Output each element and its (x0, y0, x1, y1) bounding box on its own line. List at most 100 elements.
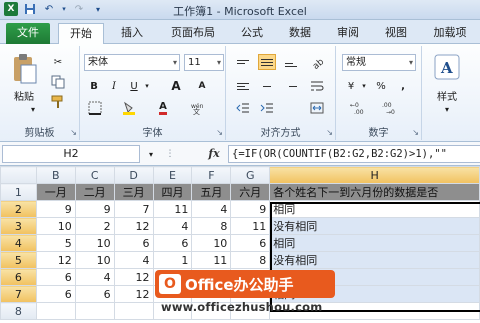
tab-page-layout[interactable]: 页面布局 (160, 23, 226, 44)
cell[interactable]: 五月 (191, 183, 232, 201)
number-format-box[interactable]: 常规 ▾ (342, 54, 416, 71)
tab-view[interactable]: 视图 (376, 23, 416, 44)
cell[interactable]: 各个姓名下一到六月份的数据是否 (269, 183, 480, 201)
cell[interactable]: 12 (35, 251, 76, 269)
cell[interactable]: 没有相同 (269, 217, 480, 235)
row-header[interactable]: 1 (0, 183, 37, 201)
cell[interactable]: 没有相同 (269, 251, 480, 269)
top-align-icon[interactable] (234, 54, 252, 70)
comma-button[interactable]: , (394, 78, 412, 94)
number-launcher-icon[interactable]: ↘ (412, 128, 419, 137)
column-header[interactable]: G (230, 166, 271, 184)
cell[interactable]: 8 (230, 251, 271, 269)
column-header[interactable]: C (74, 166, 115, 184)
tab-home[interactable]: 开始 (58, 23, 104, 44)
bottom-align-icon[interactable] (282, 54, 300, 70)
cell[interactable]: 10 (191, 234, 232, 252)
align-center-icon[interactable] (258, 78, 276, 94)
increase-decimal-icon[interactable]: ←0.00 (348, 100, 372, 116)
row-header[interactable]: 6 (0, 268, 37, 286)
cell[interactable]: 6 (230, 234, 271, 252)
insert-function-button[interactable]: fx (204, 145, 224, 163)
cell[interactable]: 4 (152, 217, 193, 235)
cell[interactable]: 二月 (74, 183, 115, 201)
cell[interactable] (113, 302, 154, 320)
formula-input[interactable]: {=IF(OR(COUNTIF(B2:G2,B2:G2)>1),"" (228, 145, 480, 163)
italic-button[interactable]: I (106, 78, 122, 94)
cell[interactable]: 4 (74, 268, 115, 286)
wrap-text-icon[interactable] (308, 78, 326, 94)
cell[interactable]: 11 (152, 200, 193, 218)
copy-icon[interactable] (50, 74, 66, 90)
cell[interactable]: 2 (74, 217, 115, 235)
row-header[interactable]: 8 (0, 302, 37, 320)
column-header[interactable]: D (113, 166, 154, 184)
decrease-decimal-icon[interactable]: .00 →0 (380, 100, 404, 116)
name-box-dropdown-icon[interactable]: ▾ (146, 148, 156, 160)
decrease-indent-icon[interactable] (234, 100, 252, 116)
select-all-corner[interactable] (0, 166, 37, 184)
underline-button[interactable]: U (126, 78, 142, 94)
row-header[interactable]: 7 (0, 285, 37, 303)
phonetic-icon[interactable]: wén 文 (188, 100, 206, 116)
tab-addins[interactable]: 加载项 (424, 23, 476, 44)
paste-button[interactable]: 粘贴 (4, 88, 44, 103)
cell[interactable]: 相同 (269, 234, 480, 252)
name-box[interactable]: H2 (2, 145, 140, 163)
cell[interactable] (74, 302, 115, 320)
row-header[interactable]: 3 (0, 217, 37, 235)
column-header[interactable]: H (269, 166, 480, 184)
cell[interactable]: 四月 (152, 183, 193, 201)
column-header[interactable]: E (152, 166, 193, 184)
cell[interactable]: 6 (35, 285, 76, 303)
cell[interactable]: 4 (191, 200, 232, 218)
cell[interactable]: 10 (35, 217, 76, 235)
cell[interactable]: 9 (74, 200, 115, 218)
cell[interactable]: 10 (74, 234, 115, 252)
paste-icon[interactable] (10, 52, 40, 86)
cell[interactable]: 12 (113, 285, 154, 303)
cell[interactable]: 1 (152, 251, 193, 269)
cell[interactable]: 10 (74, 251, 115, 269)
tab-formulas[interactable]: 公式 (232, 23, 272, 44)
styles-dropdown-icon[interactable]: ▾ (442, 104, 452, 114)
cell[interactable]: 11 (191, 251, 232, 269)
font-size-box[interactable]: 11 ▾ (184, 54, 224, 71)
bold-button[interactable]: B (86, 78, 102, 94)
increase-indent-icon[interactable] (258, 100, 276, 116)
cut-icon[interactable]: ✂ (50, 54, 66, 70)
row-header[interactable]: 2 (0, 200, 37, 218)
cell[interactable]: 6 (74, 285, 115, 303)
cell[interactable]: 11 (230, 217, 271, 235)
format-painter-icon[interactable] (50, 94, 66, 110)
percent-button[interactable]: % (372, 78, 390, 94)
cell[interactable]: 6 (152, 234, 193, 252)
font-name-box[interactable]: 宋体 ▾ (84, 54, 180, 71)
column-header[interactable]: F (191, 166, 232, 184)
currency-button[interactable]: ¥ (342, 78, 360, 94)
tab-insert[interactable]: 插入 (112, 23, 152, 44)
underline-dropdown-icon[interactable]: ▾ (142, 80, 152, 92)
row-header[interactable]: 5 (0, 251, 37, 269)
grow-font-button[interactable]: A (166, 78, 186, 94)
column-header[interactable]: B (35, 166, 76, 184)
cell[interactable]: 9 (35, 200, 76, 218)
clipboard-launcher-icon[interactable]: ↘ (70, 128, 77, 137)
cell[interactable]: 12 (113, 268, 154, 286)
cell[interactable]: 一月 (35, 183, 76, 201)
styles-button[interactable]: 样式 (426, 88, 468, 103)
cell[interactable]: 六月 (230, 183, 271, 201)
cell[interactable]: 6 (113, 234, 154, 252)
row-header[interactable]: 4 (0, 234, 37, 252)
borders-icon[interactable] (86, 100, 104, 116)
alignment-launcher-icon[interactable]: ↘ (326, 128, 333, 137)
cell[interactable]: 8 (191, 217, 232, 235)
cell[interactable]: 5 (35, 234, 76, 252)
font-color-icon[interactable]: A (154, 100, 172, 116)
align-right-icon[interactable] (282, 78, 300, 94)
styles-icon[interactable]: A (432, 52, 462, 82)
fill-color-icon[interactable] (120, 100, 138, 116)
cell[interactable]: 6 (35, 268, 76, 286)
cell[interactable]: 三月 (113, 183, 154, 201)
font-launcher-icon[interactable]: ↘ (216, 128, 223, 137)
